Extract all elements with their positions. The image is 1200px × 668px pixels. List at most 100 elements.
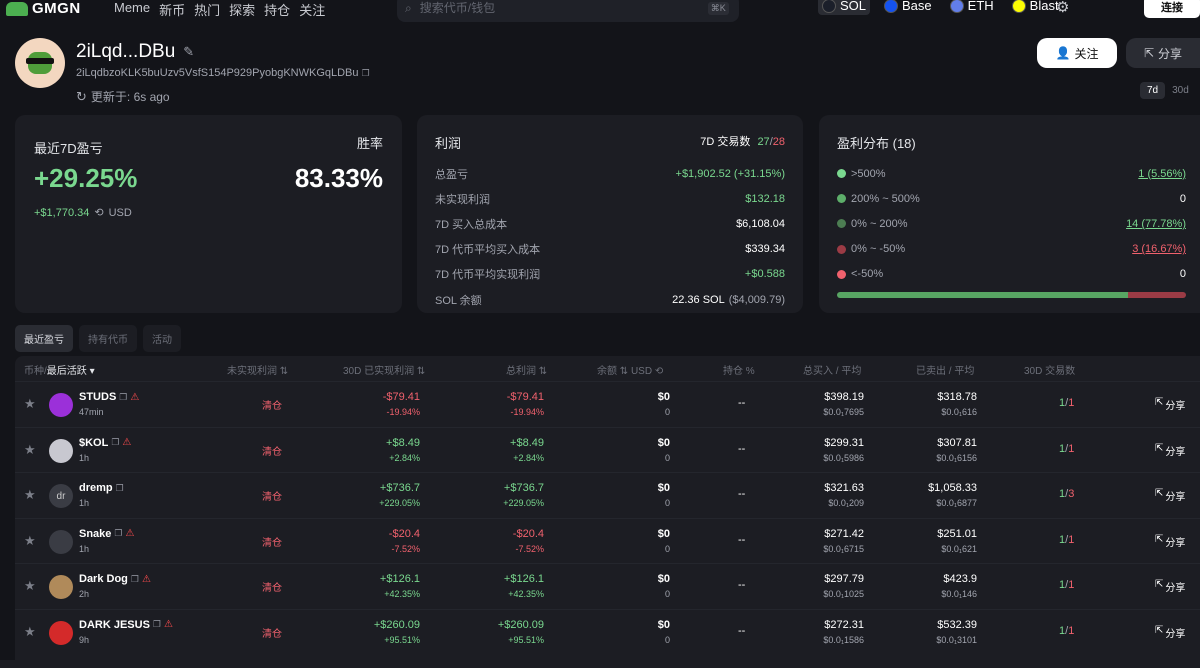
header-holding-pct[interactable]: 持仓 % xyxy=(723,362,755,377)
header-balance[interactable]: 余额 ⇅ USD ⟲ xyxy=(597,362,663,377)
star-icon[interactable]: ★ xyxy=(24,578,36,594)
tab-recent-pnl[interactable]: 最近盈亏 xyxy=(15,325,73,352)
tab-holdings[interactable]: 持有代币 xyxy=(79,325,137,352)
exchange-icon[interactable]: ⟲ xyxy=(94,206,103,219)
buy-avg-price: $0.0₁1025 xyxy=(823,589,864,599)
connect-button[interactable]: 连接 xyxy=(1144,0,1200,18)
chain-selector: SOL Base ETH Blast xyxy=(818,0,1063,15)
header-total-profit[interactable]: 总利润 ⇅ xyxy=(506,362,547,377)
token-name[interactable]: $KOL xyxy=(79,437,108,449)
row-share-button[interactable]: ⇱ 分享 xyxy=(1155,488,1185,503)
edit-pencil-icon[interactable]: ✎ xyxy=(183,44,194,60)
star-icon[interactable]: ★ xyxy=(24,396,36,412)
nav-link-0[interactable]: Meme xyxy=(114,0,150,19)
table-row[interactable]: ★ Snake ❐ ⚠ 1h 清仓 -$20.4 -7.52% -$20.4 -7.52% $0 0 -… xyxy=(15,517,1200,563)
realized-profit-pct: +42.35% xyxy=(384,589,420,599)
tx-win: 27 xyxy=(757,136,770,148)
period-7d[interactable]: 7d xyxy=(1140,82,1166,99)
follow-button[interactable]: 👤 关注 xyxy=(1037,38,1117,68)
share-button[interactable]: ⇱ 分享 xyxy=(1126,38,1200,68)
unrealized-status: 清仓 xyxy=(262,492,282,503)
tx-count: 7D 交易数 27/28 xyxy=(700,136,785,148)
chain-eth[interactable]: ETH xyxy=(946,0,998,15)
search-bar[interactable]: ⌕ ⌘K xyxy=(397,0,739,22)
header-sold[interactable]: 已卖出 / 平均 xyxy=(916,362,974,377)
total-buy: $271.42 xyxy=(824,527,864,540)
brand-logo[interactable]: GMGN xyxy=(6,0,81,17)
token-name-row: Dark Dog ❐ ⚠ xyxy=(79,573,151,585)
header-30d-tx[interactable]: 30D 交易数 xyxy=(1024,362,1075,377)
star-icon[interactable]: ★ xyxy=(24,624,36,640)
table-row[interactable]: ★ Dark Dog ❐ ⚠ 2h 清仓 +$126.1 +42.35% +$126.1 +42.… xyxy=(15,563,1200,608)
total-profit: -$20.4 xyxy=(512,527,544,540)
nav-link-4[interactable]: 持仓 xyxy=(264,0,290,19)
star-icon[interactable]: ★ xyxy=(24,442,36,458)
header-unrealized[interactable]: 未实现利润 ⇅ xyxy=(227,362,288,377)
star-icon[interactable]: ★ xyxy=(24,533,36,549)
profit-row-label: SOL 余额 xyxy=(435,294,482,307)
row-share-button[interactable]: ⇱ 分享 xyxy=(1155,443,1185,458)
distribution-value[interactable]: 14 (77.78%) xyxy=(1126,218,1186,230)
share-icon: ⇱ xyxy=(1155,442,1164,454)
total-profit-pct: +95.51% xyxy=(508,634,544,645)
sell-avg-price: $0.0₁146 xyxy=(941,589,977,599)
header-token[interactable]: 币种/最后活跃 ▾ xyxy=(24,362,95,377)
profit-row-value: 22.36 SOL ($4,009.79) xyxy=(672,294,785,306)
table-row[interactable]: ★ STUDS ❐ ⚠ 47min 清仓 -$79.41 -19.94% -$79.41 -19.… xyxy=(15,381,1200,426)
token-name[interactable]: Snake xyxy=(79,528,111,540)
header-total-buy[interactable]: 总买入 / 平均 xyxy=(803,362,861,377)
share-icon: ⇱ xyxy=(1155,533,1164,545)
star-icon[interactable]: ★ xyxy=(24,487,36,503)
copy-icon[interactable]: ❐ xyxy=(114,528,122,539)
copy-icon[interactable]: ❐ xyxy=(362,68,370,78)
nav-link-5[interactable]: 关注 xyxy=(299,0,325,19)
tab-activity[interactable]: 活动 xyxy=(143,325,181,352)
chain-sol[interactable]: SOL xyxy=(818,0,871,15)
tx-label: 7D 交易数 xyxy=(700,136,751,148)
profit-row-value: $6,108.04 xyxy=(736,218,785,230)
token-name[interactable]: STUDS xyxy=(79,391,116,403)
copy-icon[interactable]: ❐ xyxy=(119,392,127,403)
refresh-icon[interactable]: ↻ xyxy=(76,89,87,105)
tx-count-30d: 1/1 xyxy=(1059,579,1074,591)
nav-link-1[interactable]: 新币 xyxy=(159,0,185,19)
distribution-label: <-50% xyxy=(851,268,884,281)
copy-icon[interactable]: ❐ xyxy=(116,483,124,494)
table-row[interactable]: ★ DARK JESUS ❐ ⚠ 9h 清仓 +$260.09 +95.51% +$260.09… xyxy=(15,608,1200,654)
row-share-button[interactable]: ⇱ 分享 xyxy=(1155,397,1185,412)
period-toggle: 7d 30d xyxy=(1140,82,1196,99)
wallet-name: 2iLqd...DBu xyxy=(76,41,176,62)
settings-gear-icon[interactable]: ⚙ xyxy=(1056,0,1069,16)
header-realized[interactable]: 30D 已实现利润 ⇅ xyxy=(343,362,425,377)
chain-base[interactable]: Base xyxy=(880,0,936,15)
period-30d[interactable]: 30d xyxy=(1165,82,1196,99)
token-name[interactable]: Dark Dog xyxy=(79,573,128,585)
copy-icon[interactable]: ❐ xyxy=(111,437,119,448)
token-table: 币种/最后活跃 ▾ 未实现利润 ⇅ 30D 已实现利润 ⇅ 总利润 ⇅ 余额 ⇅… xyxy=(15,356,1200,668)
row-share-button[interactable]: ⇱ 分享 xyxy=(1155,625,1185,640)
section-tabs: 最近盈亏 持有代币 活动 xyxy=(15,325,181,352)
token-name[interactable]: dremp xyxy=(79,482,113,494)
distribution-value[interactable]: 1 (5.56%) xyxy=(1138,168,1186,180)
chain-blast[interactable]: Blast xyxy=(1008,0,1063,15)
row-share-button[interactable]: ⇱ 分享 xyxy=(1155,579,1185,594)
row-share-button[interactable]: ⇱ 分享 xyxy=(1155,534,1185,549)
brand-name: GMGN xyxy=(32,0,81,17)
table-row[interactable]: ★ $KOL ❐ ⚠ 1h 清仓 +$8.49 +2.84% +$8.49 +2.84% $0 0 --… xyxy=(15,426,1200,472)
copy-icon[interactable]: ❐ xyxy=(131,574,139,585)
share-icon: ⇱ xyxy=(1143,46,1155,60)
realized-profit: +$260.09 xyxy=(373,618,420,631)
nav-link-2[interactable]: 热门 xyxy=(194,0,220,19)
distribution-value[interactable]: 3 (16.67%) xyxy=(1132,243,1186,255)
token-last-active: 1h xyxy=(79,543,90,554)
copy-icon[interactable]: ❐ xyxy=(153,619,161,630)
total-sold: $251.01 xyxy=(937,527,977,540)
search-input[interactable] xyxy=(419,1,700,15)
nav-link-3[interactable]: 探索 xyxy=(229,0,255,19)
tx-sells: 1 xyxy=(1068,442,1075,455)
token-name[interactable]: DARK JESUS xyxy=(79,619,150,631)
token-icon xyxy=(49,438,73,463)
total-sold: $423.9 xyxy=(943,573,977,585)
tx-count-30d: 1/1 xyxy=(1059,625,1074,637)
table-row[interactable]: ★ dr dremp ❐ 1h 清仓 +$736.7 +229.05% +$736.7 +229.… xyxy=(15,472,1200,517)
